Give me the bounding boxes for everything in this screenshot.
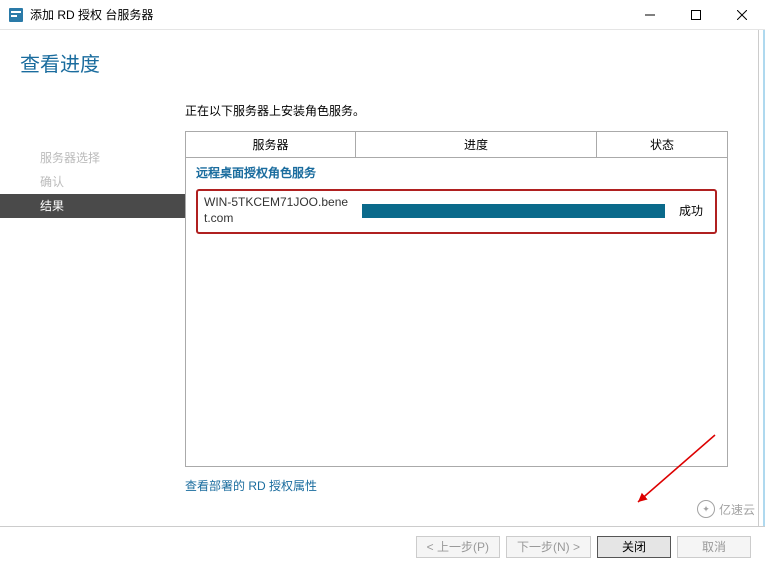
sidebar-item-server-select: 服务器选择 — [0, 146, 185, 170]
back-button: < 上一步(P) — [416, 536, 500, 558]
view-deployment-link[interactable]: 查看部署的 RD 授权属性 — [185, 477, 317, 494]
window-title: 添加 RD 授权 台服务器 — [30, 6, 627, 23]
column-progress: 进度 — [356, 132, 597, 157]
progress-bar — [362, 204, 665, 218]
watermark-logo-icon: ✦ — [697, 500, 715, 518]
progress-table: 服务器 进度 状态 远程桌面授权角色服务 WIN-5TKCEM71JOO.ben… — [185, 131, 728, 467]
next-button: 下一步(N) > — [506, 536, 591, 558]
status-text: 成功 — [679, 202, 709, 219]
sidebar-item-results: 结果 — [0, 194, 185, 218]
main-panel: 正在以下服务器上安装角色服务。 服务器 进度 状态 远程桌面授权角色服务 WIN… — [185, 92, 758, 526]
progress-fill — [362, 204, 665, 218]
minimize-button[interactable] — [627, 0, 673, 29]
close-button[interactable]: 关闭 — [597, 536, 671, 558]
content: 查看进度 服务器选择 确认 结果 正在以下服务器上安装角色服务。 服务器 进度 … — [0, 30, 759, 526]
app-icon — [8, 7, 24, 23]
column-server: 服务器 — [186, 132, 356, 157]
column-status: 状态 — [597, 132, 727, 157]
role-service-label: 远程桌面授权角色服务 — [196, 164, 717, 181]
table-row: WIN-5TKCEM71JOO.benet.com 成功 — [196, 189, 717, 234]
footer: < 上一步(P) 下一步(N) > 关闭 取消 — [0, 526, 765, 566]
cancel-button: 取消 — [677, 536, 751, 558]
watermark: ✦ 亿速云 — [697, 500, 755, 518]
table-body: 远程桌面授权角色服务 WIN-5TKCEM71JOO.benet.com 成功 — [186, 158, 727, 466]
titlebar: 添加 RD 授权 台服务器 — [0, 0, 765, 30]
maximize-button[interactable] — [673, 0, 719, 29]
sidebar: 服务器选择 确认 结果 — [0, 92, 185, 526]
close-window-button[interactable] — [719, 0, 765, 29]
watermark-text: 亿速云 — [719, 501, 755, 518]
table-header: 服务器 进度 状态 — [186, 132, 727, 158]
server-name: WIN-5TKCEM71JOO.benet.com — [204, 195, 354, 226]
main-area: 服务器选择 确认 结果 正在以下服务器上安装角色服务。 服务器 进度 状态 远程… — [0, 92, 758, 526]
window-controls — [627, 0, 765, 29]
sidebar-item-confirm: 确认 — [0, 170, 185, 194]
page-heading: 查看进度 — [0, 30, 758, 91]
instruction-text: 正在以下服务器上安装角色服务。 — [185, 102, 728, 119]
